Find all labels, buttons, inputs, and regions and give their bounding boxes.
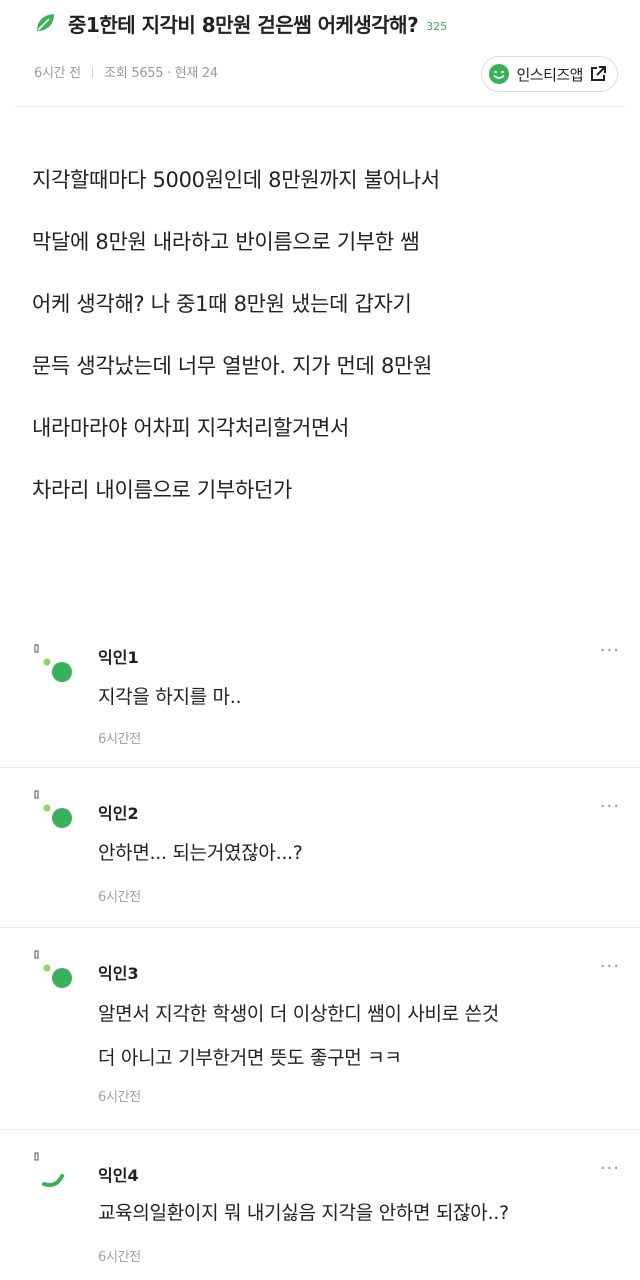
comment-line: 더 아니고 기부한거면 뜻도 좋구먼 ㅋㅋ: [98, 1047, 402, 1069]
body-line: 막달에 8만원 내라하고 반이름으로 기부한 쌤: [32, 230, 420, 254]
comment-list: 익인1 ··· 지각을 하지를 마.. 6시간전 익인2 ··· 안하면... …: [0, 628, 640, 1280]
comment-author: 익인1: [98, 648, 139, 667]
open-app-button[interactable]: 인스티즈앱: [481, 56, 618, 92]
comment-item: 익인2 ··· 안하면... 되는거였잖아...? 6시간전: [0, 768, 640, 928]
comment-line: 알면서 지각한 학생이 더 이상한디 쌤이 사비로 쓴것: [98, 1003, 499, 1025]
comment-item: 익인4 ··· 교육의일환이지 뭐 내기싫음 지각을 안하면 되잖아..? 6시…: [0, 1130, 640, 1280]
comment-author: 익인4: [98, 1166, 139, 1185]
comment-time: 6시간전: [98, 1090, 141, 1105]
comment-line: 교육의일환이지 뭐 내기싫음 지각을 안하면 되잖아..?: [98, 1202, 509, 1224]
avatar-dots-icon: [34, 950, 72, 988]
avatar-arc-icon: [34, 1152, 64, 1187]
app-button-label: 인스티즈앱: [516, 65, 583, 84]
post-time: 6시간 전: [34, 66, 81, 81]
comment-time: 6시간전: [98, 732, 141, 747]
more-options-icon[interactable]: ···: [600, 1158, 620, 1179]
comment-item: 익인1 ··· 지각을 하지를 마.. 6시간전: [0, 628, 640, 768]
avatar-dots-icon: [34, 644, 72, 682]
header-divider: [14, 106, 626, 107]
title-count: 325: [426, 19, 448, 33]
more-options-icon[interactable]: ···: [600, 640, 620, 661]
comment-item: 익인3 ··· 알면서 지각한 학생이 더 이상한디 쌤이 사비로 쓴것 더 아…: [0, 928, 640, 1130]
avatar-dots-icon: [34, 790, 72, 828]
meta-separator: |: [90, 65, 95, 78]
body-line: 어케 생각해? 나 중1때 8만원 냈는데 갑자기: [32, 292, 412, 316]
comment-author: 익인2: [98, 804, 139, 823]
body-line: 지각할때마다 5000원인데 8만원까지 불어나서: [32, 168, 440, 192]
body-line: 차라리 내이름으로 기부하던가: [32, 478, 293, 502]
smile-icon: [489, 64, 510, 84]
post-body: 지각할때마다 5000원인데 8만원까지 불어나서 막달에 8만원 내라하고 반…: [32, 156, 622, 528]
comment-line: 안하면... 되는거였잖아...?: [98, 842, 303, 864]
post-views: 조회 5655 · 현재 24: [104, 66, 218, 81]
external-link-icon: [591, 66, 606, 81]
comment-author: 익인3: [98, 964, 139, 983]
post-title: 중1한테 지각비 8만원 걷은쌤 어케생각해?: [68, 12, 419, 37]
body-line: 내라마라야 어차피 지각처리할거면서: [32, 416, 350, 440]
more-options-icon[interactable]: ···: [600, 956, 620, 977]
comment-text: 알면서 지각한 학생이 더 이상한디 쌤이 사비로 쓴것 더 아니고 기부한거면…: [98, 992, 628, 1080]
comment-text: 교육의일환이지 뭐 내기싫음 지각을 안하면 되잖아..?: [98, 1194, 628, 1232]
comment-text: 지각을 하지를 마..: [98, 678, 628, 716]
title-row: 중1한테 지각비 8만원 걷은쌤 어케생각해? 325: [34, 8, 447, 38]
post-meta: 6시간 전 | 조회 5655 · 현재 24: [34, 62, 218, 81]
more-options-icon[interactable]: ···: [600, 796, 620, 817]
leaf-icon: [37, 14, 54, 31]
post-header: 중1한테 지각비 8만원 걷은쌤 어케생각해? 325 6시간 전 | 조회 5…: [0, 0, 640, 108]
comment-time: 6시간전: [98, 890, 141, 905]
comment-text: 안하면... 되는거였잖아...?: [98, 834, 628, 872]
comment-line: 지각을 하지를 마..: [98, 686, 242, 708]
body-line: 문득 생각났는데 너무 열받아. 지가 먼데 8만원: [32, 354, 433, 378]
comment-time: 6시간전: [98, 1250, 141, 1265]
